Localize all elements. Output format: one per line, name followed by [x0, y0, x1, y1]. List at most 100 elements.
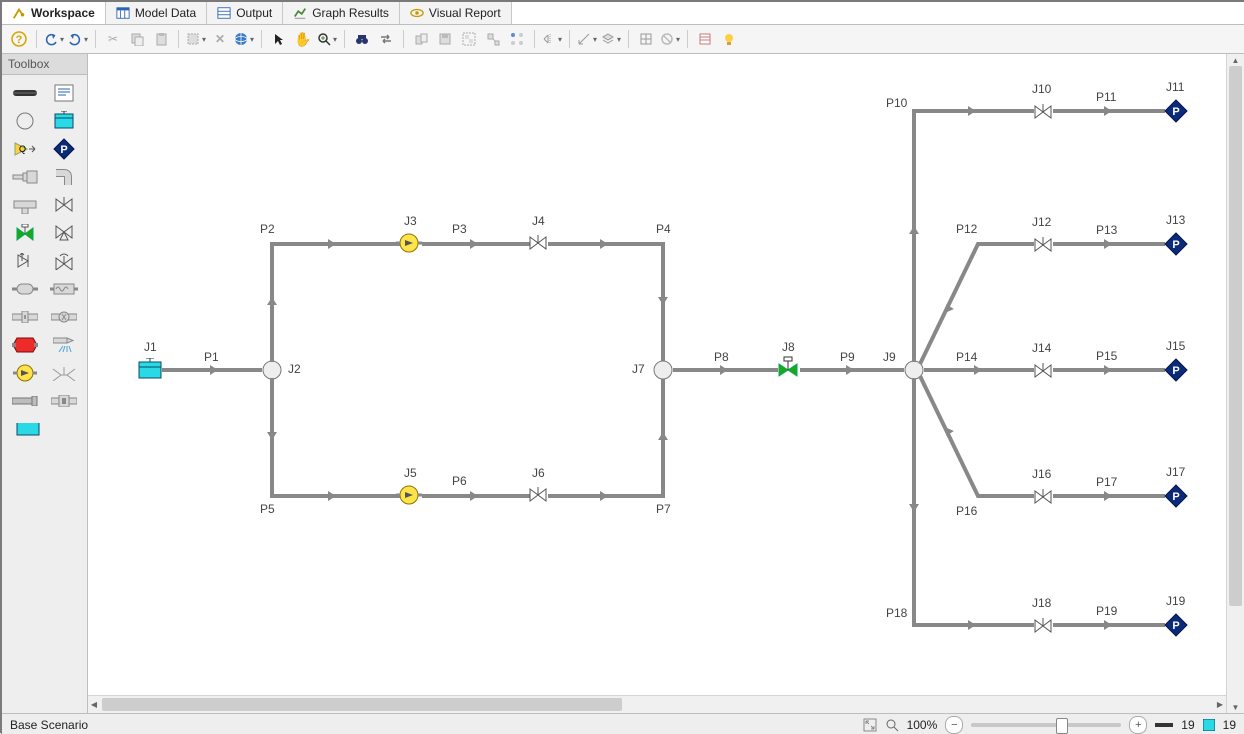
tool-pump[interactable] — [8, 361, 43, 385]
group-icon — [462, 32, 476, 46]
tab-visual-report[interactable]: Visual Report — [400, 2, 512, 24]
junction-assigned-pressure[interactable]: P — [1164, 484, 1188, 508]
scale-button[interactable] — [576, 28, 598, 50]
annotation-icon — [54, 84, 74, 102]
show-hide-button[interactable] — [659, 28, 681, 50]
tool-dead-end[interactable] — [8, 389, 43, 413]
tool-three-way-valve[interactable] — [47, 221, 82, 245]
select-special-button[interactable] — [185, 28, 207, 50]
pipe-label: P7 — [656, 502, 671, 516]
find-button[interactable] — [351, 28, 373, 50]
junction-branch[interactable] — [653, 360, 673, 380]
fit-icon[interactable] — [863, 718, 877, 732]
magnifier-icon[interactable] — [885, 718, 899, 732]
junction-valve[interactable] — [528, 233, 548, 253]
scroll-thumb[interactable] — [102, 698, 622, 711]
junction-control-valve[interactable] — [776, 356, 800, 380]
tool-annotation[interactable] — [47, 81, 82, 105]
pointer-tool[interactable] — [268, 28, 290, 50]
tab-graph[interactable]: Graph Results — [283, 2, 400, 24]
junction-label: J6 — [532, 466, 545, 480]
duplicate-button[interactable] — [410, 28, 432, 50]
junction-valve[interactable] — [528, 485, 548, 505]
scroll-left-icon: ◀ — [88, 700, 100, 709]
scroll-thumb[interactable] — [1229, 66, 1242, 606]
workspace-canvas[interactable]: J1 P1 J2 P2 J3 — [88, 54, 1226, 695]
tool-relief-valve[interactable] — [47, 249, 82, 273]
tool-general[interactable] — [8, 277, 43, 301]
morph-button[interactable] — [482, 28, 504, 50]
junction-branch[interactable] — [904, 360, 924, 380]
globe-button[interactable] — [233, 28, 255, 50]
tool-area-change[interactable] — [8, 165, 43, 189]
lock-button[interactable] — [635, 28, 657, 50]
junction-assigned-pressure[interactable]: P — [1164, 613, 1188, 637]
delete-button[interactable]: ✕ — [209, 28, 231, 50]
properties-button[interactable] — [694, 28, 716, 50]
toolbar: ? ✂ ✕ ✋ — [2, 25, 1244, 54]
tab-model-data[interactable]: Model Data — [106, 2, 207, 24]
redo-button[interactable] — [67, 28, 89, 50]
zoom-tool[interactable] — [316, 28, 338, 50]
junction-valve[interactable] — [1033, 361, 1053, 381]
tool-tee[interactable] — [8, 193, 43, 217]
tool-bend[interactable] — [47, 165, 82, 189]
tip-button[interactable] — [718, 28, 740, 50]
copy-button[interactable] — [126, 28, 148, 50]
paste-button[interactable] — [150, 28, 172, 50]
slider-knob[interactable] — [1056, 718, 1068, 734]
tool-orifice[interactable] — [8, 305, 43, 329]
tool-assigned-pressure[interactable]: P — [47, 137, 82, 161]
tool-control-valve[interactable] — [8, 221, 43, 245]
tab-output[interactable]: Output — [207, 2, 283, 24]
tool-venturi[interactable] — [47, 361, 82, 385]
junction-assigned-pressure[interactable]: P — [1164, 99, 1188, 123]
horizontal-scrollbar[interactable]: ◀ ▶ — [88, 695, 1226, 713]
svg-text:Q: Q — [19, 144, 26, 154]
tool-compressor[interactable] — [8, 333, 43, 357]
tool-heat-exchanger[interactable] — [47, 277, 82, 301]
pan-tool[interactable]: ✋ — [292, 28, 314, 50]
pipe-label: P4 — [656, 222, 671, 236]
junction-valve[interactable] — [1033, 487, 1053, 507]
help-button[interactable]: ? — [8, 28, 30, 50]
junction-valve[interactable] — [1033, 235, 1053, 255]
junction-assigned-pressure[interactable]: P — [1164, 232, 1188, 256]
tab-workspace[interactable]: Workspace — [2, 2, 106, 24]
zoom-in-button[interactable]: + — [1129, 716, 1147, 734]
zoom-slider[interactable] — [971, 723, 1121, 727]
tool-pipe[interactable] — [8, 81, 43, 105]
junction-valve[interactable] — [1033, 102, 1053, 122]
junction-assigned-pressure[interactable]: P — [1164, 358, 1188, 382]
tool-reservoir[interactable] — [47, 109, 82, 133]
tool-branch[interactable] — [8, 109, 43, 133]
tool-screen[interactable] — [47, 305, 82, 329]
flow-arrow-icon — [658, 432, 668, 440]
svg-text:P: P — [60, 144, 67, 156]
tool-assigned-flow[interactable]: Q — [8, 137, 43, 161]
valve-icon — [54, 197, 74, 213]
junction-pump[interactable] — [396, 484, 422, 506]
cut-button[interactable]: ✂ — [102, 28, 124, 50]
flip-h-button[interactable] — [541, 28, 563, 50]
align-button[interactable] — [506, 28, 528, 50]
vertical-scrollbar[interactable]: ▲ ▼ — [1226, 54, 1244, 713]
group-button[interactable] — [458, 28, 480, 50]
junction-pump[interactable] — [396, 232, 422, 254]
undo-button[interactable] — [43, 28, 65, 50]
separator-icon — [51, 395, 77, 407]
junction-branch[interactable] — [262, 360, 282, 380]
junction-reservoir[interactable] — [138, 358, 162, 380]
junction-valve[interactable] — [1033, 616, 1053, 636]
save-view-button[interactable] — [434, 28, 456, 50]
reverse-button[interactable] — [375, 28, 397, 50]
tool-valve[interactable] — [47, 193, 82, 217]
tool-separator[interactable] — [47, 389, 82, 413]
layers-button[interactable] — [600, 28, 622, 50]
zoom-out-button[interactable]: − — [945, 716, 963, 734]
paste-icon — [154, 32, 168, 46]
tool-tank[interactable] — [8, 417, 81, 441]
tool-spray[interactable] — [47, 333, 82, 357]
grid-icon — [116, 6, 130, 20]
tool-check-valve[interactable] — [8, 249, 43, 273]
